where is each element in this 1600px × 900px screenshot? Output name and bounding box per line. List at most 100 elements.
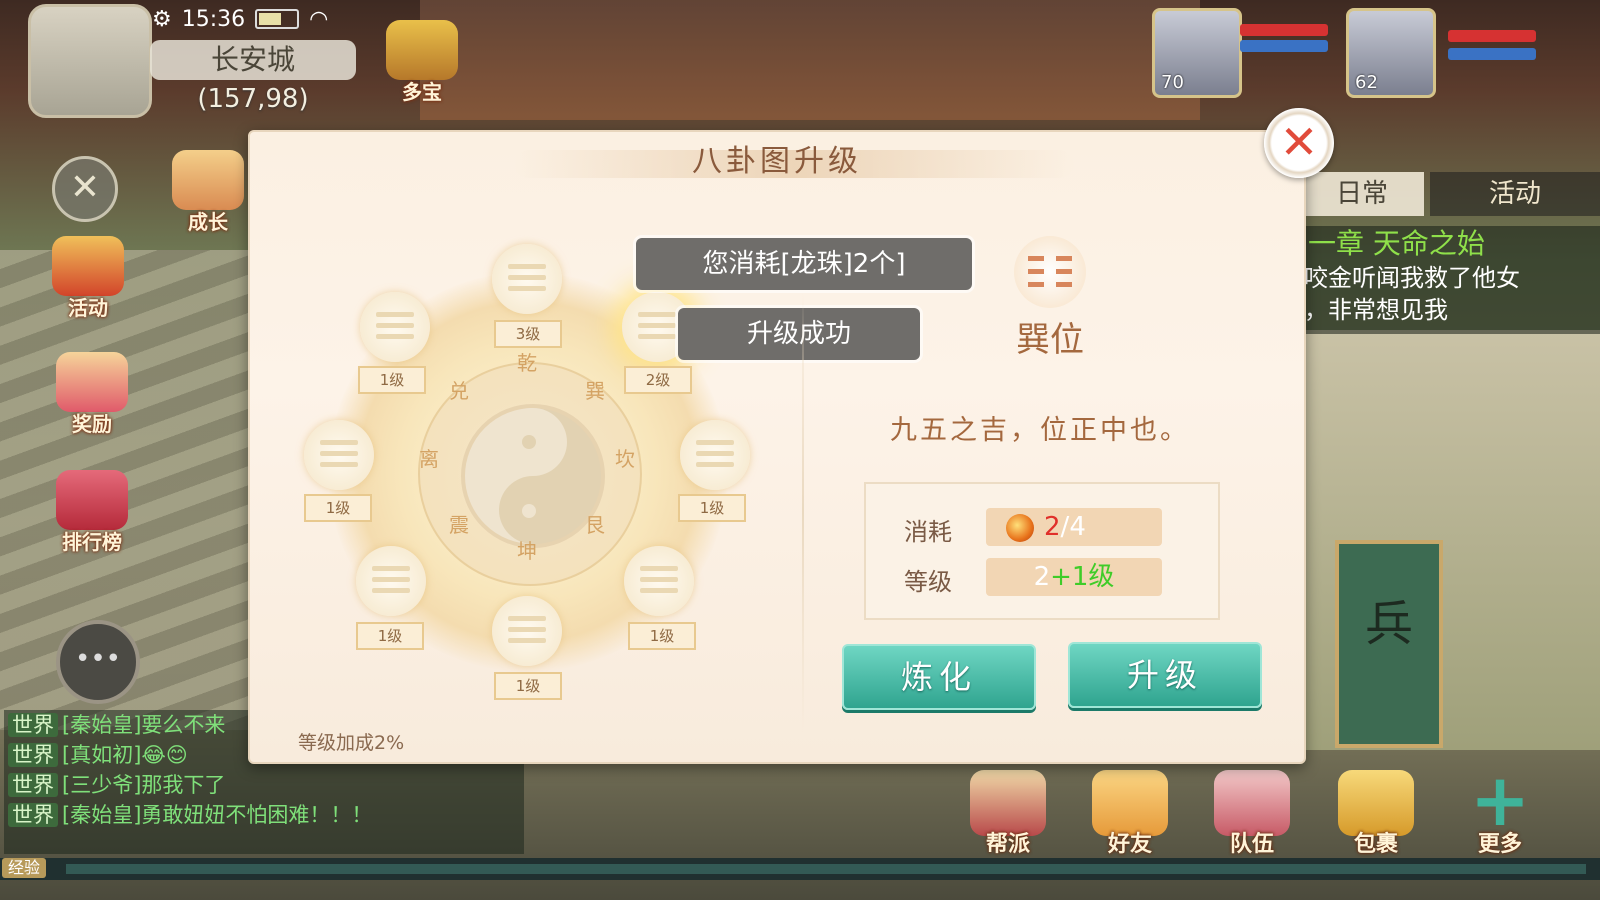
upgrade-button[interactable]: 升级 (1068, 642, 1262, 708)
xun-trigram-icon (1014, 236, 1086, 308)
level-value: 2+1级 (986, 558, 1162, 596)
level-base: 2 (1033, 562, 1051, 592)
trigram-node-bottom-right[interactable] (624, 546, 694, 616)
collapse-menu-button[interactable]: ✕ (52, 156, 118, 222)
dialog-title: 八卦图升级 (692, 144, 862, 179)
refine-button[interactable]: 炼化 (842, 644, 1036, 710)
trigram-node-bottom[interactable] (492, 596, 562, 666)
exp-tag: 经验 (2, 858, 47, 878)
duobao-label: 多宝 (402, 80, 442, 104)
player-level: 62 (1355, 72, 1378, 93)
channel-tag: 世界 (8, 773, 58, 797)
panel-divider (802, 292, 804, 732)
chat-text: [秦始皇]勇敢妞妞不怕困难！！！ (62, 803, 373, 827)
close-icon: ✕ (1279, 115, 1319, 169)
wheel-char-xun: 巽 (585, 379, 605, 403)
growth-button[interactable]: 成长 (160, 150, 256, 240)
bagua-upgrade-dialog: 八卦图升级 乾 巽 坎 艮 坤 震 离 兑 3级 2级 1级 1级 1级 1级 … (248, 130, 1306, 764)
chat-text: [三少爷]那我下了 (62, 773, 226, 797)
trigram-level: 1级 (494, 672, 562, 700)
clock: 15:36 (181, 6, 246, 32)
yin-yang-dot (522, 435, 536, 449)
level-label: 等级 (904, 568, 952, 596)
ranking-button[interactable]: 排行榜 (44, 470, 140, 560)
guild-button[interactable]: 帮派 (958, 770, 1058, 860)
hp-bar (1448, 30, 1536, 42)
more-button[interactable]: + 更多 (1450, 764, 1550, 860)
gift-character-icon (56, 352, 128, 412)
chat-button[interactable]: ••• (56, 620, 140, 704)
chat-line: 世界 [三少爷]那我下了 (4, 770, 524, 800)
wifi-icon: ◠ (309, 6, 329, 32)
trigram-node-top[interactable] (492, 244, 562, 314)
cost-need: 4 (1069, 512, 1086, 542)
reward-button[interactable]: 奖励 (44, 352, 140, 442)
horn-icon (52, 236, 124, 296)
chat-text: [真如初]😂😊 (62, 743, 188, 767)
wheel-char-kun: 坤 (517, 539, 537, 563)
trigram-node-left[interactable] (304, 420, 374, 490)
battery-icon (255, 9, 300, 29)
dialog-header: 八卦图升级 (250, 132, 1304, 180)
location-name: 长安城 (150, 40, 356, 80)
bag-label: 包裹 (1353, 832, 1398, 857)
guild-label: 帮派 (985, 832, 1030, 857)
ranking-label: 排行榜 (62, 530, 122, 554)
trigram-level: 3级 (494, 320, 562, 348)
trigram-level: 1级 (628, 622, 696, 650)
location-coords: (157,98) (197, 84, 309, 114)
channel-tag: 世界 (8, 713, 58, 737)
experience-bar: 经验 (0, 858, 1600, 880)
trigram-motto: 九五之吉，位正中也。 (890, 415, 1190, 446)
duobao-button[interactable]: 多宝 (374, 20, 470, 110)
bag-button[interactable]: 包裹 (1326, 770, 1426, 860)
chat-text: [秦始皇]要么不来 (62, 713, 226, 737)
tab-activity[interactable]: 活动 (1430, 172, 1600, 216)
team-label: 队伍 (1229, 832, 1274, 857)
army-banner: 兵 (1335, 540, 1443, 748)
trigram-level: 1级 (304, 494, 372, 522)
trigram-node-top-left[interactable] (360, 292, 430, 362)
trigram-level: 1级 (678, 494, 746, 522)
chat-line: 世界 [秦始皇]勇敢妞妞不怕困难！！！ (4, 800, 524, 830)
trigram-level: 2级 (624, 366, 692, 394)
cost-have: 2 (1044, 512, 1061, 542)
reward-label: 奖励 (72, 412, 112, 436)
player-portrait[interactable]: 62 (1346, 8, 1436, 98)
yin-yang-dot (522, 504, 536, 518)
cost-value: 2/4 (986, 508, 1162, 546)
quest-desc-line: ，非常想见我 (1304, 296, 1448, 324)
treasure-pavilion-icon (386, 20, 458, 80)
wheel-char-li: 离 (419, 447, 439, 471)
upgrade-stats: 消耗 2/4 等级 2+1级 (864, 482, 1220, 620)
cost-label: 消耗 (904, 518, 952, 546)
quest-tracker[interactable]: 一章 天命之始 咬金听闻我救了他女 ，非常想见我 (1300, 226, 1600, 334)
trigram-level: 1级 (356, 622, 424, 650)
growth-character-icon (172, 150, 244, 210)
banner-glyph: 兵 (1364, 596, 1413, 652)
consume-toast: 您消耗[龙珠]2个] (636, 238, 972, 290)
success-toast: 升级成功 (678, 308, 920, 360)
ranking-scroll-icon (56, 470, 128, 530)
trigram-node-bottom-left[interactable] (356, 546, 426, 616)
wheel-char-qian: 乾 (517, 351, 537, 375)
wheel-char-gen: 艮 (585, 513, 605, 537)
tab-daily[interactable]: 日常 (1300, 172, 1424, 216)
location-panel: 长安城 (157,98) (150, 40, 356, 118)
close-icon: ✕ (69, 167, 101, 208)
dialog-close-button[interactable]: ✕ (1264, 108, 1334, 178)
friends-button[interactable]: 好友 (1080, 770, 1180, 860)
chat-bubble-icon: ••• (74, 644, 121, 674)
wheel-char-kan: 坎 (615, 447, 635, 471)
team-button[interactable]: 队伍 (1202, 770, 1302, 860)
trigram-level: 1级 (358, 366, 426, 394)
minimap-button[interactable] (28, 4, 152, 118)
party-member-portrait[interactable]: 70 (1152, 8, 1242, 98)
quest-title: 一章 天命之始 (1308, 227, 1485, 260)
gear-icon[interactable]: ⚙ (152, 7, 172, 32)
friends-label: 好友 (1107, 832, 1152, 857)
trigram-node-right[interactable] (680, 420, 750, 490)
activity-button[interactable]: 活动 (40, 236, 136, 326)
channel-tag: 世界 (8, 743, 58, 767)
more-label: 更多 (1477, 832, 1522, 857)
